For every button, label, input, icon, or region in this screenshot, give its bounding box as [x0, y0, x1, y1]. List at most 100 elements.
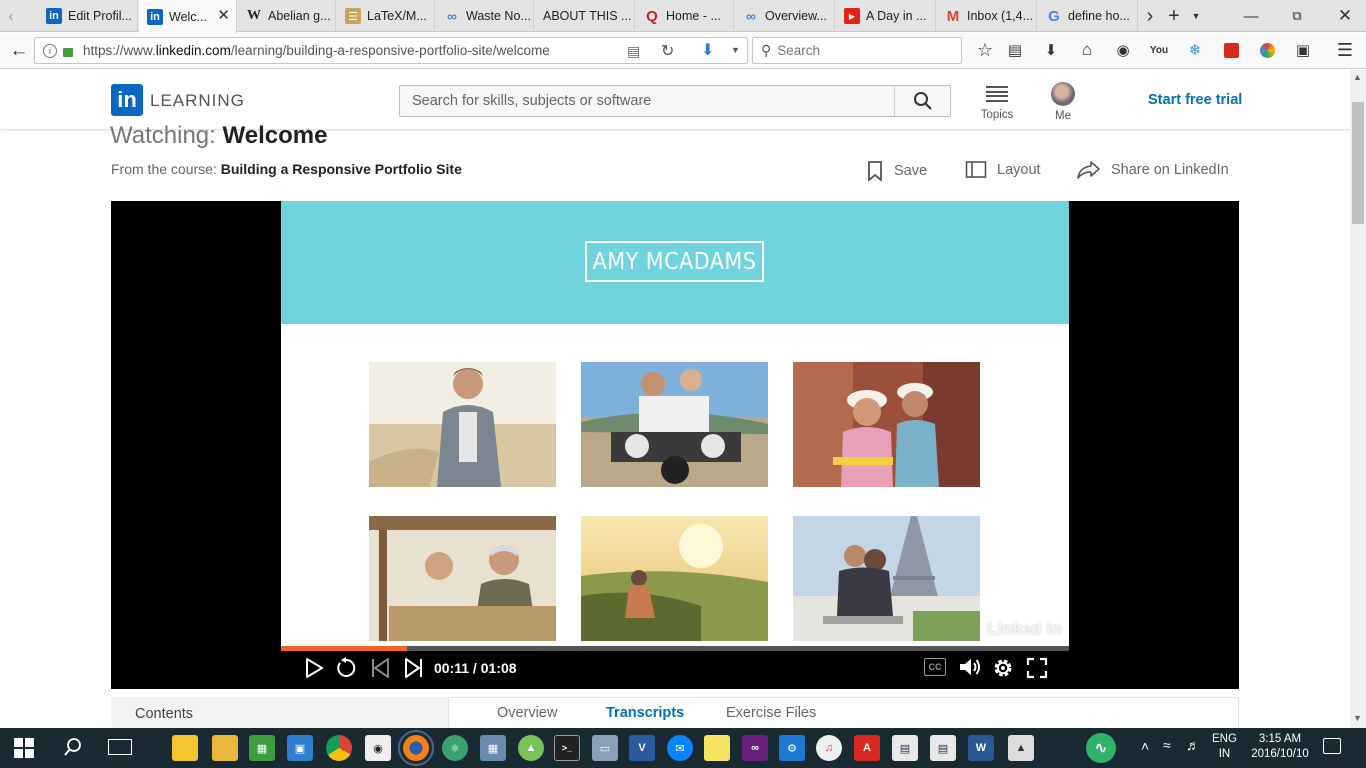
color-ext-icon[interactable]: [1256, 39, 1278, 61]
layout-button[interactable]: Layout: [965, 160, 1041, 180]
minimize-icon[interactable]: —: [1236, 0, 1266, 32]
acrobat-icon[interactable]: A: [854, 735, 880, 761]
share-on-linkedin-button[interactable]: Share on LinkedIn: [1077, 159, 1229, 181]
tab-scroll-right-icon[interactable]: ›: [1142, 0, 1158, 32]
messenger-icon[interactable]: ✉: [667, 735, 693, 761]
youtube-ext-icon[interactable]: You: [1148, 39, 1170, 61]
me-button[interactable]: Me: [1044, 82, 1082, 124]
info-icon[interactable]: i: [43, 43, 57, 58]
puzzle-app-icon[interactable]: ⚙: [779, 735, 805, 761]
photos-icon[interactable]: ▲: [1008, 735, 1034, 761]
search-icon[interactable]: [894, 86, 950, 116]
visio-icon[interactable]: V: [629, 735, 655, 761]
camera-icon[interactable]: ◉: [365, 735, 391, 761]
tab-label: Home - ...: [666, 9, 721, 23]
tab-welcome[interactable]: in Welc... ✕: [139, 0, 237, 33]
lock-icon: [63, 47, 73, 57]
captions-button[interactable]: CC: [924, 658, 946, 676]
home-icon[interactable]: ⌂: [1076, 39, 1098, 61]
close-tab-icon[interactable]: ✕: [217, 6, 230, 24]
course-title-link[interactable]: Building a Responsive Portfolio Site: [221, 161, 462, 177]
download-icon[interactable]: ⬇: [701, 40, 714, 60]
linkedin-logo[interactable]: in: [111, 84, 143, 116]
back-icon[interactable]: ←: [6, 38, 32, 64]
topics-button[interactable]: Topics: [976, 84, 1018, 124]
previous-button[interactable]: [369, 657, 391, 679]
contents-label[interactable]: Contents: [135, 706, 193, 722]
volume-tray-icon[interactable]: ♬: [1186, 737, 1200, 753]
bookmark-star-icon[interactable]: ☆: [974, 39, 996, 61]
tab-transcripts[interactable]: Transcripts: [606, 705, 684, 721]
wifi-icon[interactable]: ≈: [1163, 737, 1171, 753]
folder-icon[interactable]: [212, 735, 238, 761]
next-button[interactable]: [403, 657, 425, 679]
page-scrollbar[interactable]: ▲ ▼: [1350, 70, 1366, 728]
android-icon[interactable]: ▲: [518, 735, 544, 761]
file-explorer-icon[interactable]: [172, 735, 198, 761]
task-view-icon[interactable]: [108, 739, 132, 755]
save-button[interactable]: Save: [866, 160, 927, 182]
shield-ext-icon[interactable]: ▣: [1292, 39, 1314, 61]
menu-icon[interactable]: ☰: [1334, 39, 1356, 61]
tab-exercise-files[interactable]: Exercise Files: [726, 705, 816, 721]
new-tab-icon[interactable]: +: [1164, 0, 1184, 32]
slide-name-box: AMY MCADAMS: [585, 241, 764, 282]
tab-about-this[interactable]: ABOUT THIS ...: [535, 0, 635, 32]
restore-icon[interactable]: ⧉: [1282, 0, 1312, 32]
tab-waste-no[interactable]: ∞ Waste No...: [436, 0, 534, 32]
show-hidden-icons[interactable]: ˄: [1141, 738, 1149, 754]
browser-search-input[interactable]: ⚲ Search: [752, 37, 962, 64]
site-search-input[interactable]: Search for skills, subjects or software: [399, 85, 951, 117]
downloads-icon[interactable]: ⬇: [1040, 39, 1062, 61]
tab-a-day-in[interactable]: ▶ A Day in ...: [836, 0, 936, 32]
tab-latex[interactable]: ☰ LaTeX/M...: [337, 0, 435, 32]
atom-icon[interactable]: ⚛: [442, 735, 468, 761]
network-icon[interactable]: ▦: [480, 735, 506, 761]
devices-icon[interactable]: ▭: [592, 735, 618, 761]
tab-overview[interactable]: ∞ Overview...: [735, 0, 835, 32]
dropdown-icon[interactable]: ▼: [731, 45, 740, 55]
pocket-icon[interactable]: ◉: [1112, 39, 1134, 61]
tab-inbox[interactable]: M Inbox (1,4...: [937, 0, 1037, 32]
reload-icon[interactable]: ↻: [661, 41, 674, 61]
terminal-icon[interactable]: >_: [554, 735, 580, 761]
itunes-icon[interactable]: ♫: [816, 735, 842, 761]
sticky-notes-icon[interactable]: [704, 735, 730, 761]
url-bar[interactable]: i https://www.linkedin.com/learning/buil…: [34, 37, 748, 64]
reader-view-icon[interactable]: ▤: [627, 43, 640, 60]
control-panel-icon[interactable]: ▣: [287, 735, 313, 761]
list-tabs-icon[interactable]: ▼: [1189, 0, 1203, 32]
settings-button[interactable]: [991, 656, 1015, 680]
scroll-up-icon[interactable]: ▲: [1353, 72, 1362, 82]
start-free-trial-link[interactable]: Start free trial: [1148, 92, 1242, 108]
play-button[interactable]: [303, 657, 325, 679]
fullscreen-button[interactable]: [1026, 657, 1048, 679]
volume-button[interactable]: [958, 656, 982, 678]
firefox-icon[interactable]: [398, 730, 434, 766]
tab-edit-profile[interactable]: in Edit Profil...: [38, 0, 138, 32]
scrollbar-thumb[interactable]: [1352, 102, 1364, 224]
clock[interactable]: 3:15 AM 2016/10/10: [1250, 732, 1310, 762]
red-ext-icon[interactable]: [1220, 39, 1242, 61]
visual-studio-icon[interactable]: ∞: [742, 735, 768, 761]
chrome-icon[interactable]: [326, 735, 352, 761]
search-icon[interactable]: [62, 736, 84, 758]
activity-monitor-icon[interactable]: ∿: [1086, 733, 1116, 763]
tab-abelian[interactable]: W Abelian g...: [238, 0, 336, 32]
language-indicator[interactable]: ENG IN: [1212, 732, 1237, 762]
tab-define[interactable]: G define ho...: [1038, 0, 1138, 32]
tab-scroll-left-icon[interactable]: ‹: [0, 0, 22, 32]
reading-list-icon[interactable]: ▤: [1004, 39, 1026, 61]
tab-overview[interactable]: Overview: [497, 705, 557, 721]
tab-quora-home[interactable]: Q Home - ...: [636, 0, 734, 32]
notifications-icon[interactable]: [1323, 738, 1341, 754]
scroll-down-icon[interactable]: ▼: [1353, 713, 1362, 723]
spreadsheet-icon[interactable]: ▦: [249, 735, 275, 761]
document-2-icon[interactable]: ▤: [930, 735, 956, 761]
close-window-icon[interactable]: ✕: [1330, 0, 1360, 32]
snowflake-ext-icon[interactable]: ❄: [1184, 39, 1206, 61]
document-icon[interactable]: ▤: [892, 735, 918, 761]
windows-start-icon[interactable]: [14, 738, 34, 758]
replay-button[interactable]: [335, 657, 357, 679]
word-icon[interactable]: W: [968, 735, 994, 761]
